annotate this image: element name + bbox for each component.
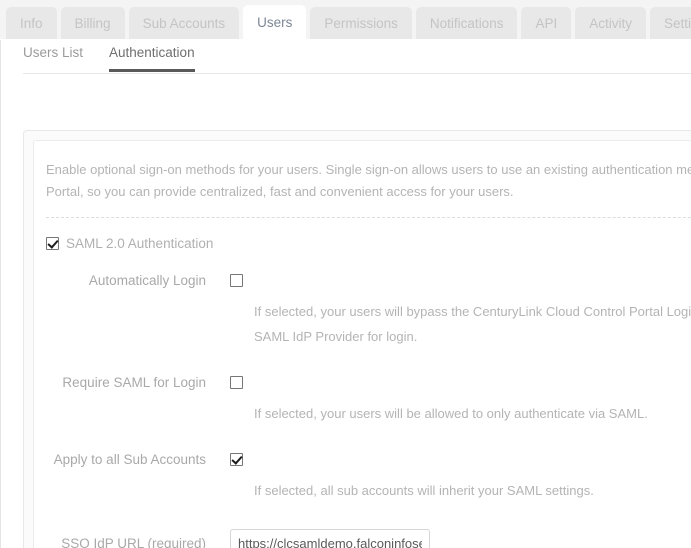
apply-sub-accounts-help-line-1: If selected, all sub accounts will inher… [254, 483, 594, 498]
tab-activity[interactable]: Activity [575, 7, 646, 40]
content-area: Users List Authentication Enable optiona… [0, 40, 691, 548]
require-saml-help-line-1: If selected, your users will be allowed … [254, 406, 648, 421]
tab-sub-accounts[interactable]: Sub Accounts [128, 7, 240, 40]
automatically-login-help: If selected, your users will bypass the … [254, 299, 691, 349]
section-divider [46, 217, 691, 218]
saml-enable-label: SAML 2.0 Authentication [66, 236, 214, 251]
automatically-login-label: Automatically Login [88, 273, 206, 288]
intro-description: Enable optional sign-on methods for your… [46, 159, 691, 203]
users-subnav: Users List Authentication [1, 40, 691, 73]
subnav-item-authentication[interactable]: Authentication [109, 45, 195, 72]
account-tab-bar: Info Billing Sub Accounts Users Permissi… [0, 0, 691, 40]
require-saml-help: If selected, your users will be allowed … [254, 401, 691, 426]
apply-sub-accounts-checkbox[interactable] [230, 453, 243, 466]
field-apply-sub-accounts: Apply to all Sub Accounts If selected, a… [46, 452, 691, 503]
field-require-saml: Require SAML for Login If selected, your… [46, 375, 691, 426]
tab-notifications[interactable]: Notifications [415, 7, 518, 40]
tab-api[interactable]: API [521, 7, 572, 40]
subnav-item-users-list[interactable]: Users List [23, 45, 83, 69]
apply-sub-accounts-help: If selected, all sub accounts will inher… [254, 478, 691, 503]
tab-permissions[interactable]: Permissions [310, 7, 412, 40]
field-automatically-login: Automatically Login If selected, your us… [46, 273, 691, 349]
tab-info[interactable]: Info [6, 7, 57, 40]
authentication-panel: Enable optional sign-on methods for your… [23, 130, 691, 548]
require-saml-checkbox[interactable] [230, 376, 243, 389]
authentication-card: Enable optional sign-on methods for your… [33, 140, 691, 548]
tab-users[interactable]: Users [243, 5, 307, 40]
intro-line-2: Portal, so you can provide centralized, … [46, 184, 514, 199]
subnav-divider [23, 73, 691, 74]
saml-enable-row[interactable]: SAML 2.0 Authentication [46, 236, 691, 251]
intro-line-1: Enable optional sign-on methods for your… [46, 162, 691, 177]
automatically-login-checkbox[interactable] [230, 274, 243, 287]
tab-billing[interactable]: Billing [60, 7, 125, 40]
tab-settings[interactable]: Settings [650, 7, 691, 40]
automatically-login-help-line-1: If selected, your users will bypass the … [254, 304, 691, 319]
apply-sub-accounts-label: Apply to all Sub Accounts [53, 452, 206, 467]
sso-idp-url-input[interactable] [230, 529, 430, 548]
automatically-login-help-line-2: SAML IdP Provider for login. [254, 329, 418, 344]
require-saml-label: Require SAML for Login [62, 375, 206, 390]
field-sso-idp-url: SSO IdP URL (required) This is the URL w… [46, 529, 691, 548]
account-settings-page: Info Billing Sub Accounts Users Permissi… [0, 0, 691, 548]
saml-enable-checkbox[interactable] [46, 237, 59, 250]
sso-idp-url-label: SSO IdP URL (required) [61, 535, 206, 548]
